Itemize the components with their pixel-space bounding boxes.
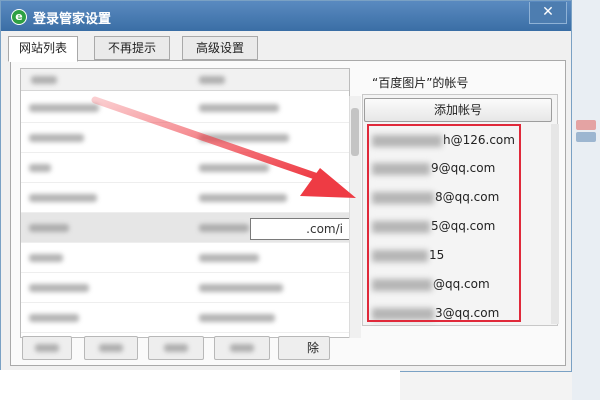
table-row[interactable]	[21, 93, 349, 123]
bottom-button[interactable]	[84, 336, 138, 360]
row-site-url	[199, 164, 269, 172]
row-site-name	[29, 134, 84, 142]
row-site-name	[29, 284, 89, 292]
background-chip	[576, 132, 596, 142]
table-row[interactable]	[21, 123, 349, 153]
row-site-url	[199, 284, 283, 292]
accounts-scrollbar[interactable]	[551, 124, 559, 324]
header-cell	[199, 76, 225, 84]
header-cell	[31, 76, 57, 84]
table-row[interactable]	[21, 153, 349, 183]
row-site-url	[199, 224, 249, 232]
row-site-name	[29, 104, 99, 112]
button-label	[164, 344, 188, 352]
window-title: 登录管家设置	[33, 12, 112, 27]
button-label	[99, 344, 123, 352]
bottom-white-area	[0, 370, 400, 400]
table-header	[21, 69, 349, 91]
row-site-url	[199, 254, 259, 262]
add-account-button[interactable]: 添加帐号	[364, 98, 552, 122]
bottom-button-partial[interactable]: 除	[278, 336, 330, 360]
site-list-table	[20, 68, 350, 338]
row-site-name	[29, 164, 51, 172]
url-edit-field[interactable]: .com/i	[250, 218, 350, 240]
accounts-panel-title: “百度图片”的帐号	[372, 76, 469, 90]
row-site-name	[29, 224, 69, 232]
tab-advanced-settings[interactable]: 高级设置	[182, 36, 258, 60]
site-list-scroll-thumb[interactable]	[351, 108, 359, 156]
tab-no-more-prompt[interactable]: 不再提示	[94, 36, 170, 60]
button-label	[35, 344, 59, 352]
close-button[interactable]: ✕	[529, 2, 567, 24]
row-site-url	[199, 194, 287, 202]
bottom-button[interactable]	[22, 336, 72, 360]
tab-site-list[interactable]: 网站列表	[8, 36, 78, 62]
table-row[interactable]	[21, 303, 349, 333]
background-page-strip	[572, 0, 600, 400]
button-label	[230, 344, 254, 352]
row-site-url	[199, 134, 289, 142]
bottom-button[interactable]	[148, 336, 204, 360]
app-logo-icon: e	[11, 9, 27, 25]
row-site-url	[199, 314, 275, 322]
title-bar[interactable]: e 登录管家设置 ✕	[1, 1, 571, 31]
bottom-button[interactable]	[214, 336, 270, 360]
red-highlight-box	[367, 124, 521, 322]
table-row[interactable]	[21, 273, 349, 303]
row-site-name	[29, 314, 79, 322]
table-row[interactable]	[21, 243, 349, 273]
row-site-name	[29, 194, 97, 202]
row-site-name	[29, 254, 63, 262]
row-site-url	[199, 104, 279, 112]
table-row[interactable]	[21, 183, 349, 213]
background-chip	[576, 120, 596, 130]
button-label: 除	[306, 341, 319, 355]
